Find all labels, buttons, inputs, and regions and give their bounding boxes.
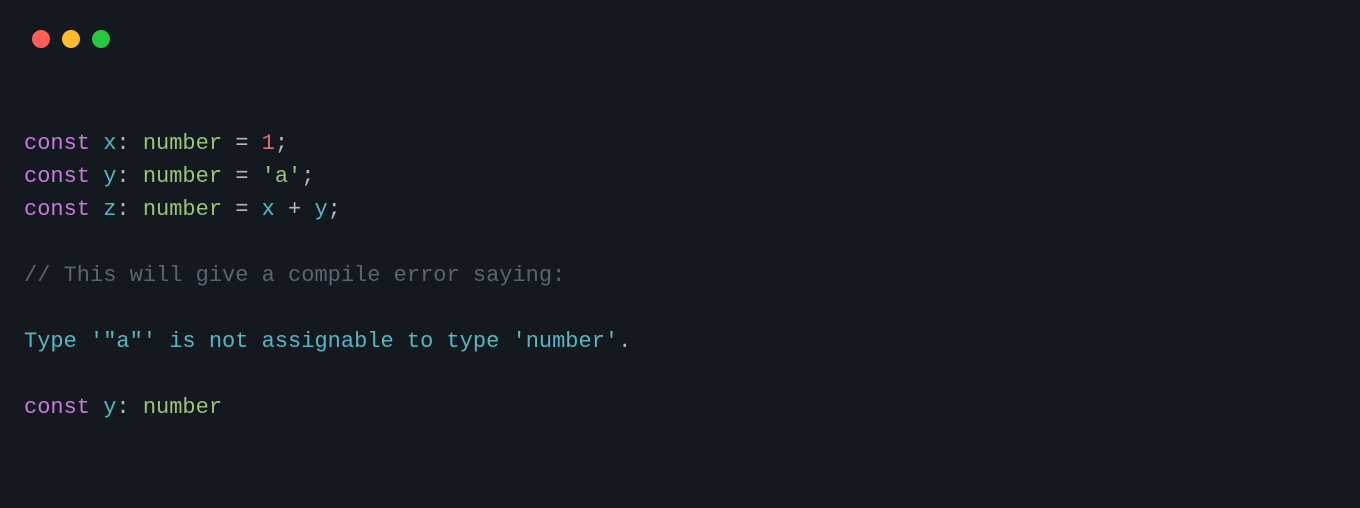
code-line-1: const x: number = 1; [24, 131, 288, 156]
code-line-decl: const y: number [24, 395, 222, 420]
code-line-3: const z: number = x + y; [24, 197, 341, 222]
type-number: number [143, 395, 222, 420]
comment-line: // This will give a compile error saying… [24, 263, 565, 288]
type-number: number [143, 164, 222, 189]
minimize-icon[interactable] [62, 30, 80, 48]
variable-y: y [103, 395, 116, 420]
error-message-line: Type '"a"' is not assignable to type 'nu… [24, 329, 631, 354]
keyword-const: const [24, 395, 90, 420]
identifier-y: y [314, 197, 327, 222]
variable-y: y [103, 164, 116, 189]
identifier-x: x [262, 197, 275, 222]
maximize-icon[interactable] [92, 30, 110, 48]
literal-string: 'a' [262, 164, 302, 189]
type-number: number [143, 131, 222, 156]
operator-plus: + [275, 197, 315, 222]
close-icon[interactable] [32, 30, 50, 48]
code-line-2: const y: number = 'a'; [24, 164, 314, 189]
variable-x: x [103, 131, 116, 156]
keyword-const: const [24, 131, 90, 156]
variable-z: z [103, 197, 116, 222]
literal-number: 1 [262, 131, 275, 156]
code-block: const x: number = 1; const y: number = '… [0, 48, 1360, 424]
keyword-const: const [24, 164, 90, 189]
type-number: number [143, 197, 222, 222]
window-traffic-lights [0, 0, 1360, 48]
keyword-const: const [24, 197, 90, 222]
